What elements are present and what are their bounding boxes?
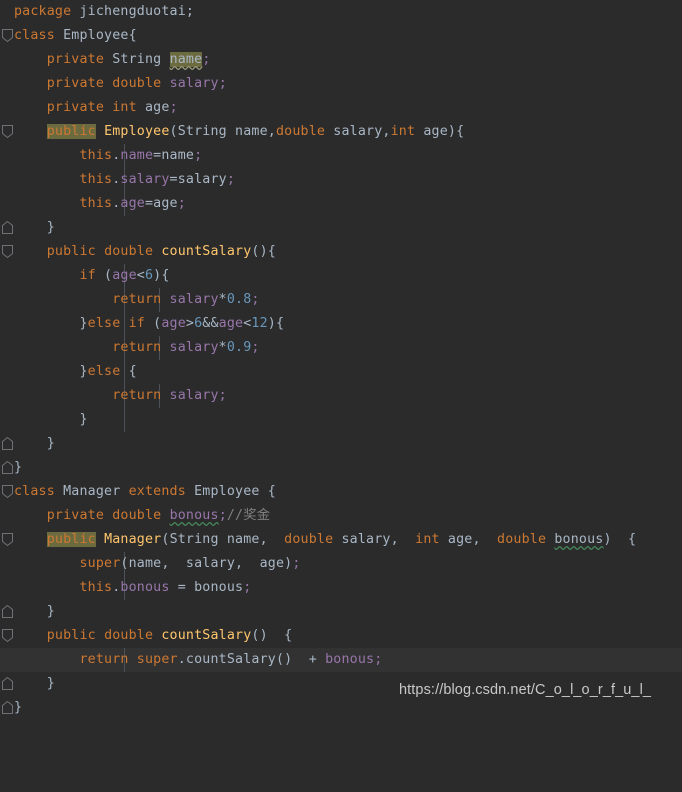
fold-collapsed-icon[interactable] [2, 437, 13, 450]
code-text-area[interactable]: package jichengduotai; class Employee{ p… [0, 0, 682, 715]
code-line[interactable]: return salary*0.9; [0, 336, 682, 360]
code-line[interactable]: return salary*0.8; [0, 288, 682, 312]
code-line[interactable]: } [0, 408, 682, 432]
highlighted-keyword: public [46, 532, 96, 547]
code-line[interactable]: } [0, 456, 682, 480]
fold-expanded-icon[interactable] [2, 29, 13, 42]
code-line[interactable]: } [0, 696, 682, 720]
code-line[interactable]: } [0, 600, 682, 624]
code-line-content: this.salary=salary; [79, 172, 236, 187]
code-line-content: if (age<6){ [79, 268, 170, 283]
code-line[interactable]: if (age<6){ [0, 264, 682, 288]
code-line[interactable]: public double countSalary(){ [0, 240, 682, 264]
highlighted-keyword: public [46, 124, 96, 139]
code-line-content: this.bonous = bonous; [79, 580, 252, 595]
code-line[interactable]: private int age; [0, 96, 682, 120]
code-line[interactable]: class Employee{ [0, 24, 682, 48]
code-line-content: public double countSalary() { [46, 628, 293, 643]
code-line-content: return salary; [112, 388, 227, 403]
code-line[interactable]: this.salary=salary; [0, 168, 682, 192]
fold-expanded-icon[interactable] [2, 533, 13, 546]
code-line[interactable]: } [0, 432, 682, 456]
typo-identifier: bonous [554, 532, 604, 547]
code-line-content: }else { [79, 364, 137, 379]
code-line[interactable]: super(name, salary, age); [0, 552, 682, 576]
code-line-content: return super.countSalary() + bonous; [79, 652, 383, 667]
fold-expanded-icon[interactable] [2, 245, 13, 258]
code-line-content: class Manager extends Employee { [14, 484, 276, 499]
code-line-content: this.name=name; [79, 148, 203, 163]
code-line-content: }else if (age>6&&age<12){ [79, 316, 285, 331]
fold-expanded-icon[interactable] [2, 125, 13, 138]
code-line-content: this.age=age; [79, 196, 186, 211]
code-line[interactable]: private double bonous;//奖金 [0, 504, 682, 528]
code-line-content: private String name; [46, 52, 211, 67]
code-line[interactable]: class Manager extends Employee { [0, 480, 682, 504]
fold-collapsed-icon[interactable] [2, 221, 13, 234]
code-line[interactable]: this.bonous = bonous; [0, 576, 682, 600]
code-line-content: class Employee{ [14, 28, 137, 43]
fold-expanded-icon[interactable] [2, 629, 13, 642]
code-line-content: return salary*0.8; [112, 292, 260, 307]
fold-collapsed-icon[interactable] [2, 461, 13, 474]
indent-guide [124, 408, 125, 432]
code-line-content: public Manager(String name, double salar… [46, 532, 637, 547]
highlighted-identifier: name [169, 52, 203, 67]
code-line[interactable]: private String name; [0, 48, 682, 72]
code-line[interactable]: public double countSalary() { [0, 624, 682, 648]
code-line-content: } [46, 436, 55, 451]
code-line-content: } [79, 412, 88, 427]
code-line[interactable]: }else { [0, 360, 682, 384]
code-line[interactable]: return salary; [0, 384, 682, 408]
fold-expanded-icon[interactable] [2, 485, 13, 498]
code-line-content: public double countSalary(){ [46, 244, 276, 259]
fold-collapsed-icon[interactable] [2, 605, 13, 618]
code-line[interactable]: package jichengduotai; [0, 0, 682, 24]
code-line[interactable]: private double salary; [0, 72, 682, 96]
fold-collapsed-icon[interactable] [2, 677, 13, 690]
code-line-content: package jichengduotai; [14, 4, 195, 19]
code-line-content: private double bonous;//奖金 [46, 508, 271, 523]
code-editor[interactable]: package jichengduotai; class Employee{ p… [0, 0, 682, 715]
code-line-content: } [14, 700, 23, 715]
code-line[interactable]: public Manager(String name, double salar… [0, 528, 682, 552]
typo-identifier: bonous [169, 508, 219, 523]
code-line-active[interactable]: return super.countSalary() + bonous; [0, 648, 682, 672]
code-line[interactable]: this.name=name; [0, 144, 682, 168]
code-line-content: } [14, 460, 23, 475]
code-line-content: private double salary; [46, 76, 227, 91]
code-line[interactable]: } [0, 216, 682, 240]
code-line-content: } [46, 220, 55, 235]
watermark-url: https://blog.csdn.net/C_o_l_o_r_f_u_l_ [399, 682, 652, 698]
fold-collapsed-icon[interactable] [2, 701, 13, 714]
code-line-content: private int age; [46, 100, 178, 115]
code-line[interactable]: }else if (age>6&&age<12){ [0, 312, 682, 336]
code-line[interactable]: this.age=age; [0, 192, 682, 216]
code-line-content: return salary*0.9; [112, 340, 260, 355]
code-line-content: } [46, 604, 55, 619]
code-line-content: super(name, salary, age); [79, 556, 301, 571]
code-line-content: } [46, 676, 55, 691]
code-line[interactable]: public Employee(String name,double salar… [0, 120, 682, 144]
code-line-content: public Employee(String name,double salar… [46, 124, 465, 139]
